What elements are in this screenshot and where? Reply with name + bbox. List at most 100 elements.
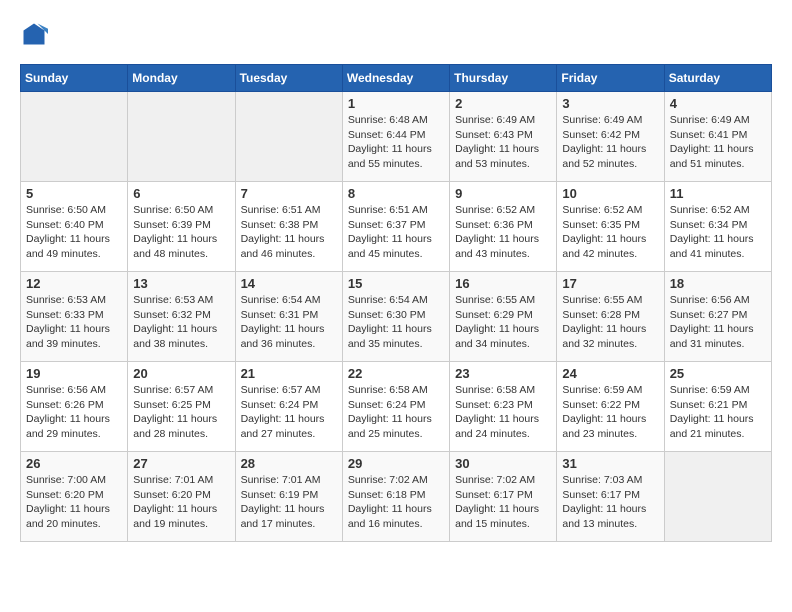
- day-number: 1: [348, 96, 444, 111]
- day-info: Sunrise: 6:56 AMSunset: 6:26 PMDaylight:…: [26, 383, 122, 442]
- day-info: Sunrise: 6:54 AMSunset: 6:31 PMDaylight:…: [241, 293, 337, 352]
- day-of-week-header: Thursday: [450, 65, 557, 92]
- day-number: 3: [562, 96, 658, 111]
- day-info: Sunrise: 6:48 AMSunset: 6:44 PMDaylight:…: [348, 113, 444, 172]
- calendar-cell: 12 Sunrise: 6:53 AMSunset: 6:33 PMDayligh…: [21, 272, 128, 362]
- calendar-cell: 10 Sunrise: 6:52 AMSunset: 6:35 PMDayligh…: [557, 182, 664, 272]
- calendar-table: SundayMondayTuesdayWednesdayThursdayFrid…: [20, 64, 772, 542]
- day-number: 22: [348, 366, 444, 381]
- day-number: 11: [670, 186, 766, 201]
- calendar-cell: 16 Sunrise: 6:55 AMSunset: 6:29 PMDayligh…: [450, 272, 557, 362]
- day-number: 6: [133, 186, 229, 201]
- day-number: 20: [133, 366, 229, 381]
- calendar-cell: 27 Sunrise: 7:01 AMSunset: 6:20 PMDayligh…: [128, 452, 235, 542]
- calendar-cell: 30 Sunrise: 7:02 AMSunset: 6:17 PMDayligh…: [450, 452, 557, 542]
- day-of-week-header: Wednesday: [342, 65, 449, 92]
- calendar-cell: 21 Sunrise: 6:57 AMSunset: 6:24 PMDayligh…: [235, 362, 342, 452]
- calendar-header: SundayMondayTuesdayWednesdayThursdayFrid…: [21, 65, 772, 92]
- day-number: 29: [348, 456, 444, 471]
- calendar-cell: 14 Sunrise: 6:54 AMSunset: 6:31 PMDayligh…: [235, 272, 342, 362]
- day-number: 12: [26, 276, 122, 291]
- calendar-cell: 20 Sunrise: 6:57 AMSunset: 6:25 PMDayligh…: [128, 362, 235, 452]
- calendar-cell: 7Sunrise: 6:51 AMSunset: 6:38 PMDaylight…: [235, 182, 342, 272]
- day-info: Sunrise: 6:49 AMSunset: 6:42 PMDaylight:…: [562, 113, 658, 172]
- calendar-cell: 26 Sunrise: 7:00 AMSunset: 6:20 PMDayligh…: [21, 452, 128, 542]
- day-of-week-header: Friday: [557, 65, 664, 92]
- day-of-week-header: Monday: [128, 65, 235, 92]
- day-info: Sunrise: 6:50 AMSunset: 6:39 PMDaylight:…: [133, 203, 229, 262]
- calendar-cell: 6 Sunrise: 6:50 AMSunset: 6:39 PMDaylight…: [128, 182, 235, 272]
- calendar-cell: 25 Sunrise: 6:59 AMSunset: 6:21 PMDayligh…: [664, 362, 771, 452]
- calendar-cell: 5 Sunrise: 6:50 AMSunset: 6:40 PMDaylight…: [21, 182, 128, 272]
- calendar-cell: [128, 92, 235, 182]
- day-info: Sunrise: 6:49 AMSunset: 6:43 PMDaylight:…: [455, 113, 551, 172]
- day-info: Sunrise: 6:56 AMSunset: 6:27 PMDaylight:…: [670, 293, 766, 352]
- day-info: Sunrise: 6:50 AMSunset: 6:40 PMDaylight:…: [26, 203, 122, 262]
- day-number: 21: [241, 366, 337, 381]
- day-info: Sunrise: 6:53 AMSunset: 6:32 PMDaylight:…: [133, 293, 229, 352]
- day-number: 27: [133, 456, 229, 471]
- day-info: Sunrise: 6:52 AMSunset: 6:35 PMDaylight:…: [562, 203, 658, 262]
- calendar-cell: 28 Sunrise: 7:01 AMSunset: 6:19 PMDayligh…: [235, 452, 342, 542]
- calendar-cell: [664, 452, 771, 542]
- calendar-cell: 2Sunrise: 6:49 AMSunset: 6:43 PMDaylight…: [450, 92, 557, 182]
- day-info: Sunrise: 6:52 AMSunset: 6:34 PMDaylight:…: [670, 203, 766, 262]
- day-number: 17: [562, 276, 658, 291]
- day-number: 8: [348, 186, 444, 201]
- day-of-week-header: Tuesday: [235, 65, 342, 92]
- calendar-cell: 9 Sunrise: 6:52 AMSunset: 6:36 PMDaylight…: [450, 182, 557, 272]
- logo-icon: [20, 20, 48, 48]
- calendar-cell: 22 Sunrise: 6:58 AMSunset: 6:24 PMDayligh…: [342, 362, 449, 452]
- day-number: 9: [455, 186, 551, 201]
- day-number: 30: [455, 456, 551, 471]
- day-number: 16: [455, 276, 551, 291]
- day-info: Sunrise: 6:55 AMSunset: 6:29 PMDaylight:…: [455, 293, 551, 352]
- calendar-cell: [21, 92, 128, 182]
- day-info: Sunrise: 6:52 AMSunset: 6:36 PMDaylight:…: [455, 203, 551, 262]
- day-number: 26: [26, 456, 122, 471]
- calendar-cell: 23Sunrise: 6:58 AMSunset: 6:23 PMDayligh…: [450, 362, 557, 452]
- day-info: Sunrise: 7:01 AMSunset: 6:19 PMDaylight:…: [241, 473, 337, 532]
- calendar-cell: 3 Sunrise: 6:49 AMSunset: 6:42 PMDaylight…: [557, 92, 664, 182]
- day-number: 24: [562, 366, 658, 381]
- day-info: Sunrise: 6:51 AMSunset: 6:38 PMDaylight:…: [241, 203, 337, 262]
- calendar-cell: 13Sunrise: 6:53 AMSunset: 6:32 PMDayligh…: [128, 272, 235, 362]
- day-of-week-header: Saturday: [664, 65, 771, 92]
- calendar-cell: 24Sunrise: 6:59 AMSunset: 6:22 PMDayligh…: [557, 362, 664, 452]
- day-info: Sunrise: 7:02 AMSunset: 6:17 PMDaylight:…: [455, 473, 551, 532]
- calendar-cell: 15Sunrise: 6:54 AMSunset: 6:30 PMDayligh…: [342, 272, 449, 362]
- logo: [20, 20, 52, 48]
- day-number: 23: [455, 366, 551, 381]
- day-number: 28: [241, 456, 337, 471]
- calendar-cell: 17 Sunrise: 6:55 AMSunset: 6:28 PMDayligh…: [557, 272, 664, 362]
- day-number: 31: [562, 456, 658, 471]
- calendar-cell: [235, 92, 342, 182]
- day-number: 14: [241, 276, 337, 291]
- calendar-cell: 19 Sunrise: 6:56 AMSunset: 6:26 PMDayligh…: [21, 362, 128, 452]
- day-info: Sunrise: 6:49 AMSunset: 6:41 PMDaylight:…: [670, 113, 766, 172]
- page-header: [20, 20, 772, 48]
- day-info: Sunrise: 7:02 AMSunset: 6:18 PMDaylight:…: [348, 473, 444, 532]
- day-number: 10: [562, 186, 658, 201]
- calendar-cell: 29 Sunrise: 7:02 AMSunset: 6:18 PMDayligh…: [342, 452, 449, 542]
- day-info: Sunrise: 6:59 AMSunset: 6:21 PMDaylight:…: [670, 383, 766, 442]
- day-info: Sunrise: 6:57 AMSunset: 6:24 PMDaylight:…: [241, 383, 337, 442]
- calendar-cell: 1 Sunrise: 6:48 AMSunset: 6:44 PMDaylight…: [342, 92, 449, 182]
- day-number: 25: [670, 366, 766, 381]
- day-info: Sunrise: 7:03 AMSunset: 6:17 PMDaylight:…: [562, 473, 658, 532]
- calendar-cell: 11 Sunrise: 6:52 AMSunset: 6:34 PMDayligh…: [664, 182, 771, 272]
- calendar-cell: 4Sunrise: 6:49 AMSunset: 6:41 PMDaylight…: [664, 92, 771, 182]
- day-number: 19: [26, 366, 122, 381]
- day-info: Sunrise: 6:53 AMSunset: 6:33 PMDaylight:…: [26, 293, 122, 352]
- calendar-cell: 18 Sunrise: 6:56 AMSunset: 6:27 PMDayligh…: [664, 272, 771, 362]
- day-info: Sunrise: 6:58 AMSunset: 6:24 PMDaylight:…: [348, 383, 444, 442]
- day-of-week-header: Sunday: [21, 65, 128, 92]
- day-number: 5: [26, 186, 122, 201]
- day-info: Sunrise: 6:57 AMSunset: 6:25 PMDaylight:…: [133, 383, 229, 442]
- calendar-cell: 31 Sunrise: 7:03 AMSunset: 6:17 PMDayligh…: [557, 452, 664, 542]
- day-info: Sunrise: 7:01 AMSunset: 6:20 PMDaylight:…: [133, 473, 229, 532]
- day-number: 18: [670, 276, 766, 291]
- day-info: Sunrise: 7:00 AMSunset: 6:20 PMDaylight:…: [26, 473, 122, 532]
- day-info: Sunrise: 6:55 AMSunset: 6:28 PMDaylight:…: [562, 293, 658, 352]
- calendar-cell: 8Sunrise: 6:51 AMSunset: 6:37 PMDaylight…: [342, 182, 449, 272]
